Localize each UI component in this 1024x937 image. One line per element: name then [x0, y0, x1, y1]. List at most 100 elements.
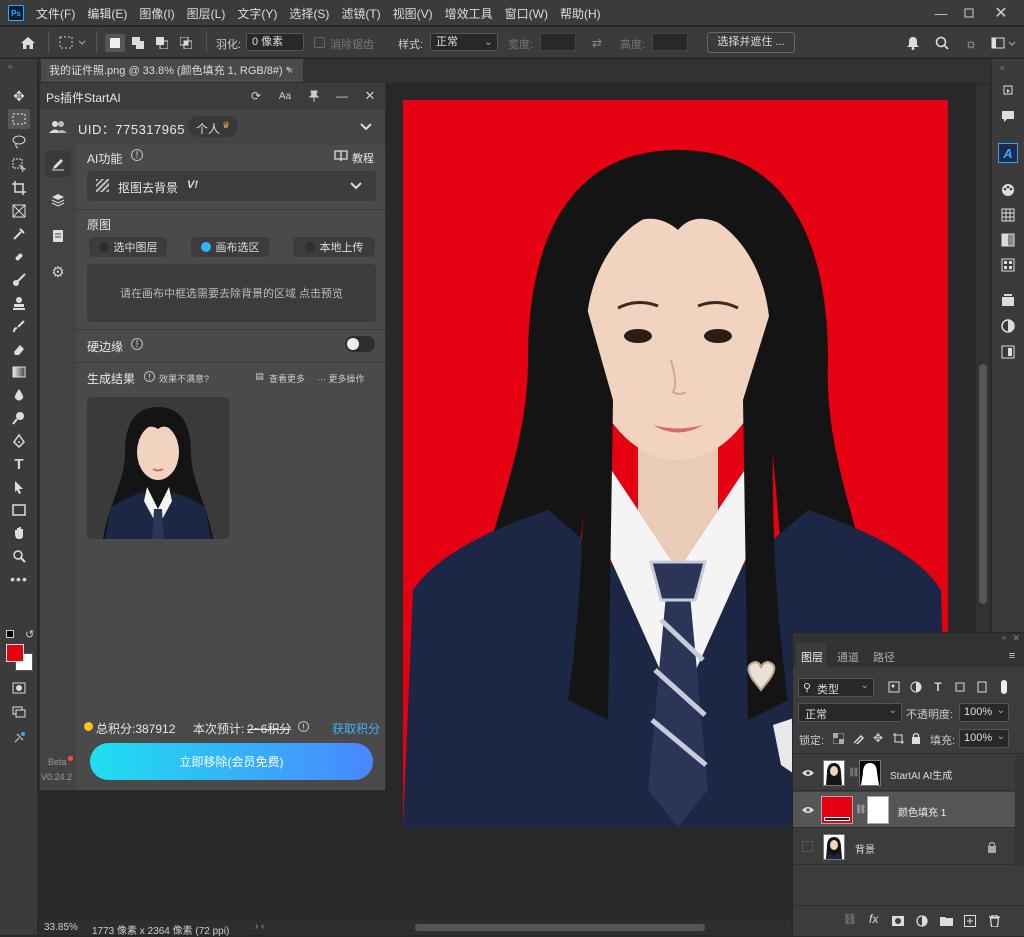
swatches-grid-icon[interactable] [998, 206, 1018, 224]
foreground-color-swatch[interactable] [6, 644, 24, 662]
move-tool-icon[interactable]: ✥ [8, 86, 30, 106]
minimize-panel-icon[interactable]: — [334, 88, 350, 104]
filter-adjustment-icon[interactable] [909, 680, 923, 694]
menu-window[interactable]: 窗口(W) [505, 5, 548, 22]
new-group-folder-icon[interactable] [939, 914, 953, 928]
source-option-canvas-selection[interactable]: 画布选区 [191, 237, 269, 257]
menu-help[interactable]: 帮助(H) [560, 5, 601, 22]
dodge-tool-icon[interactable] [8, 408, 30, 428]
lock-all-icon[interactable] [909, 731, 923, 745]
opacity-input[interactable]: 100% ⌄ [959, 703, 1009, 722]
blend-mode-select[interactable]: 正常 ⌄ [798, 703, 902, 722]
new-adjustment-layer-icon[interactable] [915, 914, 929, 928]
swap-dimensions-icon[interactable]: ⇄ [588, 35, 606, 51]
healing-brush-tool-icon[interactable] [8, 247, 30, 267]
filter-pixel-icon[interactable] [887, 680, 901, 694]
pen-tool-icon[interactable] [8, 431, 30, 451]
menu-edit[interactable]: 编辑(E) [87, 5, 127, 22]
antialias-checkbox[interactable] [314, 37, 325, 48]
collapse-toolbar-icon[interactable]: » [8, 62, 12, 71]
refresh-icon[interactable]: ⟳ [248, 88, 264, 104]
hand-tool-icon[interactable] [8, 523, 30, 543]
close-panel-icon[interactable]: ✕ [362, 88, 378, 104]
menu-type[interactable]: 文字(Y) [237, 5, 277, 22]
layer-effects-icon[interactable]: fx [869, 912, 878, 926]
expand-panels-icon[interactable]: « [1000, 63, 1004, 72]
notifications-bell-icon[interactable] [904, 34, 922, 52]
pin-icon[interactable] [306, 88, 322, 104]
home-icon[interactable] [18, 33, 38, 53]
path-selection-tool-icon[interactable] [8, 477, 30, 497]
more-ops-link[interactable]: ··· 更多操作 [317, 372, 365, 385]
document-tab[interactable]: 我的证件照.png @ 33.8% (颜色填充 1, RGB/8#) * × [41, 59, 303, 83]
new-layer-icon[interactable] [963, 914, 977, 928]
menu-plugins[interactable]: 增效工具 [445, 5, 493, 22]
eyedropper-tool-icon[interactable] [8, 224, 30, 244]
get-points-link[interactable]: 获取积分 [332, 720, 380, 737]
chain-link-icon[interactable]: ⛓ [855, 804, 866, 815]
lock-transparent-icon[interactable] [831, 731, 845, 745]
crop-tool-icon[interactable] [8, 178, 30, 198]
brush-tool-icon[interactable] [8, 270, 30, 290]
menu-image[interactable]: 图像(I) [139, 5, 174, 22]
settings-gear-icon[interactable]: ⚙ [45, 259, 71, 285]
rectangle-tool-icon[interactable] [8, 500, 30, 520]
zoom-level[interactable]: 33.85% [44, 922, 78, 933]
learn-lightbulb-icon[interactable]: ☼ [962, 34, 980, 52]
visibility-eye-icon[interactable] [801, 803, 815, 817]
history-icon[interactable] [998, 81, 1018, 99]
chain-link-icon[interactable]: ⛓ [848, 767, 859, 778]
plugin-connect-icon[interactable] [8, 728, 30, 748]
view-more-link[interactable]: 查看更多 [269, 372, 305, 385]
workspace-icon[interactable] [990, 34, 1018, 52]
close-window-icon[interactable]: ✕ [990, 3, 1012, 23]
tutorial-link[interactable]: 教程 [352, 150, 374, 166]
link-layers-icon[interactable]: ⛓ [843, 913, 857, 926]
hint-box[interactable]: 请在画布中框选需要去除背景的区域 点击预览 [87, 264, 376, 322]
scroll-left-icon[interactable]: ‹ [261, 921, 264, 932]
lock-artboard-icon[interactable] [891, 731, 905, 745]
scrollbar-thumb[interactable] [979, 364, 987, 604]
menu-filter[interactable]: 滤镜(T) [341, 5, 380, 22]
height-input[interactable] [652, 33, 688, 51]
search-icon[interactable] [933, 34, 951, 52]
collapse-layers-icon[interactable]: « [1002, 633, 1006, 642]
intersect-selection-icon[interactable] [176, 34, 196, 52]
clone-stamp-tool-icon[interactable] [8, 293, 30, 313]
account-chevron-down-icon[interactable] [358, 119, 374, 135]
menu-file[interactable]: 文件(F) [36, 5, 75, 22]
properties-icon[interactable] [998, 343, 1018, 361]
layer-filter-select[interactable]: ⚲ 类型 ⌄ [798, 678, 874, 697]
delete-layer-trash-icon[interactable] [987, 914, 1001, 928]
minimize-icon[interactable]: — [930, 3, 952, 23]
remove-background-button[interactable]: 立即移除(会员免费) [90, 743, 373, 780]
adjustments-icon[interactable] [998, 317, 1018, 335]
menu-view[interactable]: 视图(V) [393, 5, 433, 22]
style-select[interactable]: 正常 ⌄ [430, 33, 498, 51]
default-colors-icon[interactable] [6, 630, 14, 638]
fill-input[interactable]: 100% ⌄ [959, 729, 1009, 748]
source-option-selected-layer[interactable]: 选中图层 [89, 237, 167, 257]
gradient-tool-icon[interactable] [8, 362, 30, 382]
hard-edge-toggle[interactable] [345, 336, 375, 352]
points-info-icon[interactable]: ! [298, 721, 309, 732]
more-tools-icon[interactable]: ••• [8, 569, 30, 589]
startai-plugin-icon[interactable]: A [998, 143, 1018, 163]
tab-paths[interactable]: 路径 [873, 649, 895, 665]
layers-stack-icon[interactable] [45, 187, 71, 213]
hard-edge-info-icon[interactable]: ! [131, 338, 143, 350]
marquee-tool-preset-icon[interactable] [58, 33, 88, 53]
color-palette-icon[interactable] [998, 181, 1018, 199]
filter-smart-object-icon[interactable] [975, 680, 989, 694]
visibility-eye-icon[interactable] [801, 766, 815, 780]
libraries-icon[interactable] [998, 291, 1018, 309]
blur-tool-icon[interactable] [8, 385, 30, 405]
close-tab-icon[interactable]: × [287, 59, 293, 83]
layer-row-background[interactable]: 背景 [793, 829, 1024, 865]
add-mask-icon[interactable] [891, 914, 905, 928]
quick-mask-icon[interactable] [8, 678, 30, 698]
new-selection-icon[interactable] [105, 34, 125, 52]
history-brush-tool-icon[interactable] [8, 316, 30, 336]
lasso-tool-icon[interactable] [8, 132, 30, 152]
source-option-local-upload[interactable]: 本地上传 [293, 237, 375, 257]
